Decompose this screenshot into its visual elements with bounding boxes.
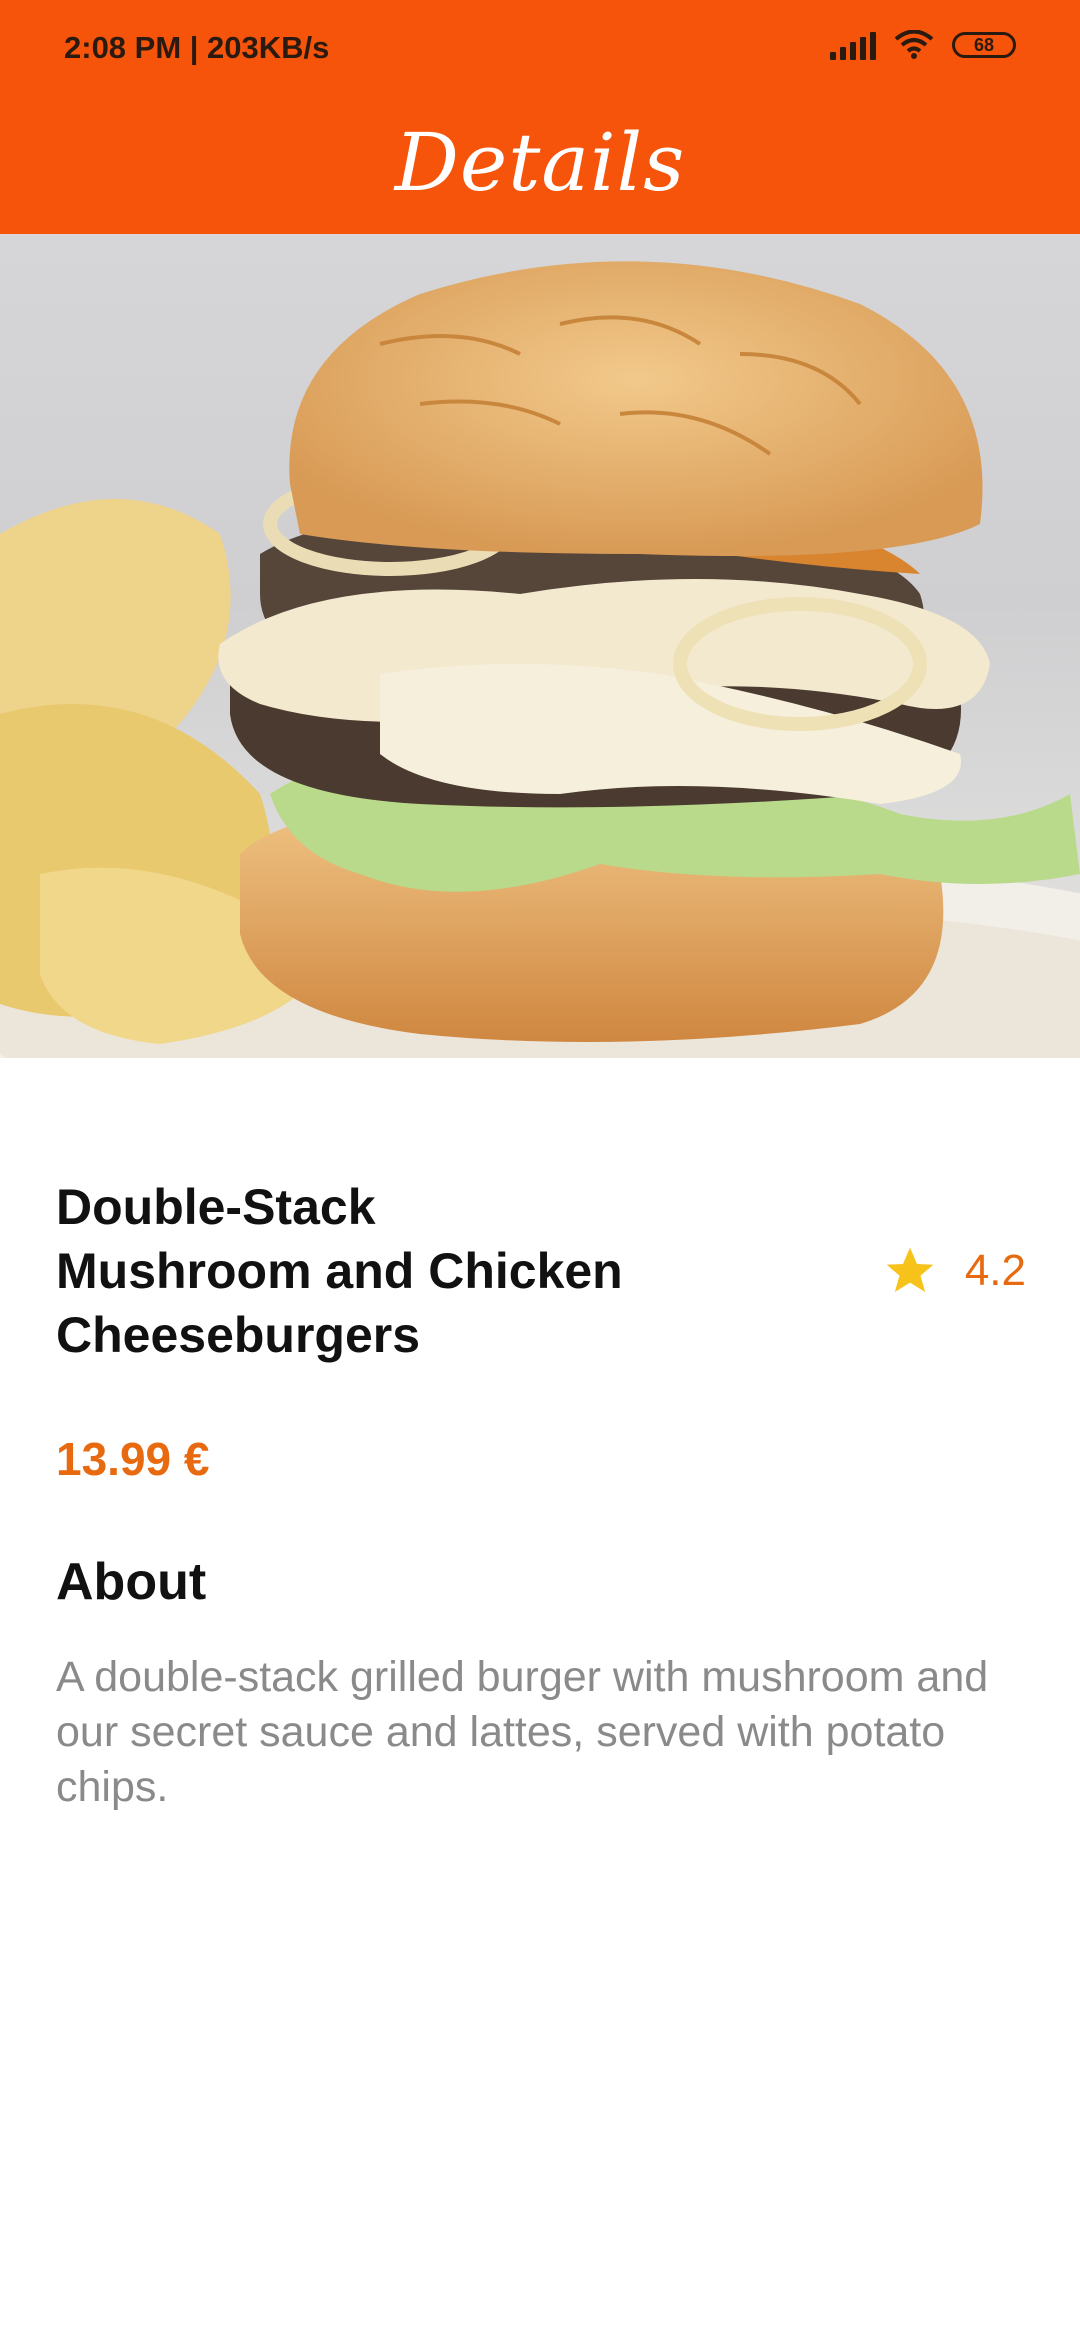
about-text: A double-stack grilled burger with mushr… [56,1653,989,1811]
product-title-line-2: Mushroom and Chicken [56,1243,623,1299]
app-bar: Details [0,100,1080,234]
battery-icon: 68 [952,32,1016,58]
rating-value: 4.2 [964,1246,1026,1295]
product-title-line-3: Cheeseburgers [56,1307,421,1363]
wifi-icon [894,30,934,59]
price: 13.99 € [56,1433,210,1485]
status-bar: 2:08 PM | 203KB/s 68 [0,0,1080,100]
star-icon [886,1247,934,1292]
status-time: 2:08 PM | 203KB/s [64,30,330,65]
about-heading: About [56,1553,207,1611]
burger-photo [0,234,1080,1058]
signal-icon [830,30,876,60]
rating: 4.2 [881,1243,1026,1299]
page-title: Details [394,115,686,209]
status-icons: 68 [830,30,1016,60]
product-title-line-1: Double-Stack [56,1179,376,1235]
product-title: Double-Stack Mushroom and Chicken Cheese… [56,1175,696,1367]
burger-illustration [0,261,1080,1058]
product-header: Double-Stack Mushroom and Chicken Cheese… [56,1175,1026,1367]
